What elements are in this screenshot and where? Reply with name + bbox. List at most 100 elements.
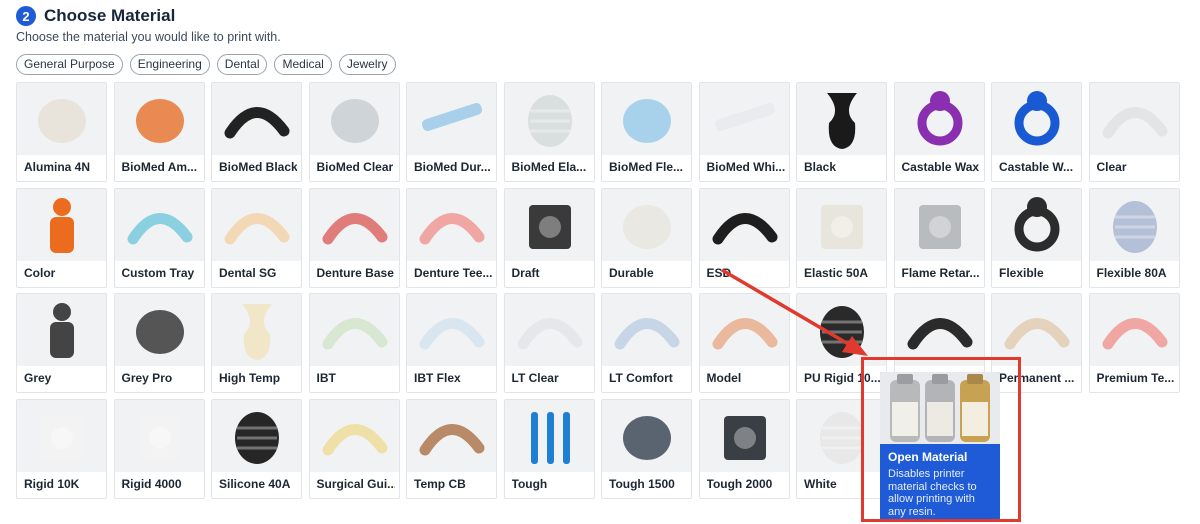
material-thumbnail (212, 294, 301, 366)
material-card[interactable]: Rigid 4000 (113, 398, 205, 499)
material-thumbnail (602, 83, 691, 155)
material-thumbnail (504, 399, 594, 472)
material-label: Grey Pro (121, 371, 173, 385)
material-card[interactable]: Black (796, 82, 887, 182)
material-thumbnail (309, 294, 399, 366)
material-card[interactable]: BioMed Whi... (698, 82, 790, 182)
filter-engineering[interactable]: Engineering (129, 54, 210, 75)
material-label: IBT (316, 371, 336, 385)
material-card[interactable]: Temp CB (406, 398, 497, 499)
material-thumbnail (504, 83, 594, 155)
material-card[interactable]: Color (16, 187, 107, 288)
step-badge: 2 (16, 6, 36, 26)
material-thumbnail (309, 399, 399, 472)
material-card[interactable]: Alumina 4N (16, 82, 107, 182)
material-thumbnail (992, 294, 1081, 366)
material-label: Silicone 40A (219, 476, 291, 491)
material-thumbnail (699, 188, 789, 261)
material-card[interactable]: IBT (308, 293, 400, 393)
material-label: BioMed Whi... (706, 160, 785, 174)
material-thumbnail (407, 188, 496, 261)
material-card[interactable]: ESD (698, 187, 790, 288)
material-card[interactable]: Castable W... (991, 82, 1082, 182)
material-label: BioMed Am... (121, 160, 198, 174)
material-card[interactable]: Dental SG (211, 187, 302, 288)
material-card[interactable]: BioMed Am... (113, 82, 205, 182)
material-card[interactable]: Custom Tray (113, 187, 205, 288)
material-label: BioMed Fle... (609, 160, 684, 174)
material-card[interactable]: Durable (601, 187, 692, 288)
material-card[interactable]: Silicone 40A (211, 398, 302, 499)
material-card[interactable]: BioMed Fle... (601, 82, 692, 182)
material-card[interactable]: BioMed Ela... (503, 82, 595, 182)
filter-dental[interactable]: Dental (216, 54, 268, 75)
material-card[interactable]: Tough 1500 (601, 398, 692, 499)
material-label: Black (804, 160, 837, 174)
material-label: Dental SG (219, 265, 277, 280)
material-label: Temp CB (414, 476, 466, 491)
filter-jewelry[interactable]: Jewelry (338, 54, 396, 75)
material-card[interactable]: Flexible 80A (1088, 187, 1180, 288)
material-card[interactable]: Surgical Gui... (308, 398, 400, 499)
material-thumbnail (894, 83, 984, 155)
material-thumbnail (699, 83, 789, 155)
material-label: Model (706, 371, 742, 385)
material-label: Tough 1500 (609, 476, 675, 491)
material-card[interactable]: Grey Pro (113, 293, 205, 393)
material-thumbnail (894, 294, 984, 366)
material-thumbnail (699, 399, 789, 472)
material-label: Alumina 4N (24, 160, 91, 174)
material-card[interactable]: Model (698, 293, 790, 393)
material-card[interactable]: LT Comfort (601, 293, 692, 393)
material-card[interactable]: IBT Flex (406, 293, 497, 393)
material-card[interactable]: Tough (503, 398, 595, 499)
material-label: Castable Wax (901, 160, 980, 174)
material-thumbnail (407, 83, 496, 155)
material-thumbnail (602, 188, 691, 261)
material-thumbnail (114, 294, 204, 366)
material-label: Elastic 50A (804, 265, 869, 280)
material-label: Rigid 4000 (121, 476, 182, 491)
material-card[interactable]: Premium Te... (1088, 293, 1180, 393)
material-label: Denture Base (316, 265, 394, 280)
material-card[interactable]: Castable Wax (893, 82, 985, 182)
material-thumbnail (1089, 83, 1179, 155)
material-card[interactable]: LT Clear (503, 293, 595, 393)
material-label: Durable (609, 265, 654, 280)
material-thumbnail (114, 399, 204, 472)
material-thumbnail (504, 188, 594, 261)
material-thumbnail (797, 188, 886, 261)
material-thumbnail (407, 294, 496, 366)
material-label: BioMed Dur... (414, 160, 491, 174)
material-card[interactable]: Flame Retar... (893, 187, 985, 288)
filter-medical[interactable]: Medical (274, 54, 332, 75)
material-thumbnail (992, 83, 1081, 155)
material-label: Flexible 80A (1096, 265, 1167, 280)
material-thumbnail (699, 294, 789, 366)
material-card[interactable]: Rigid 10K (16, 398, 107, 499)
material-card[interactable]: BioMed Clear (308, 82, 400, 182)
material-card[interactable]: Denture Tee... (406, 187, 497, 288)
material-thumbnail (797, 83, 886, 155)
section-title: Choose Material (44, 6, 176, 25)
material-thumbnail (114, 188, 204, 261)
material-card[interactable]: Flexible (991, 187, 1082, 288)
material-thumbnail (309, 83, 399, 155)
material-card[interactable]: BioMed Dur... (406, 82, 497, 182)
filter-general-purpose[interactable]: General Purpose (16, 54, 123, 75)
material-label: LT Clear (511, 371, 559, 385)
material-card[interactable]: High Temp (211, 293, 302, 393)
material-card[interactable]: Draft (503, 187, 595, 288)
material-card[interactable]: Grey (16, 293, 107, 393)
material-label: IBT Flex (414, 371, 461, 385)
material-card[interactable]: Clear (1088, 82, 1180, 182)
material-card[interactable]: Tough 2000 (698, 398, 790, 499)
material-card[interactable]: Elastic 50A (796, 187, 887, 288)
material-label: Clear (1096, 160, 1127, 174)
material-thumbnail (407, 399, 496, 472)
material-label: Custom Tray (121, 265, 195, 280)
material-card[interactable]: BioMed Black (211, 82, 302, 182)
material-card[interactable]: Denture Base (308, 187, 400, 288)
material-label: Flexible (999, 265, 1044, 280)
filter-chips: General Purpose Engineering Dental Medic… (16, 54, 396, 75)
